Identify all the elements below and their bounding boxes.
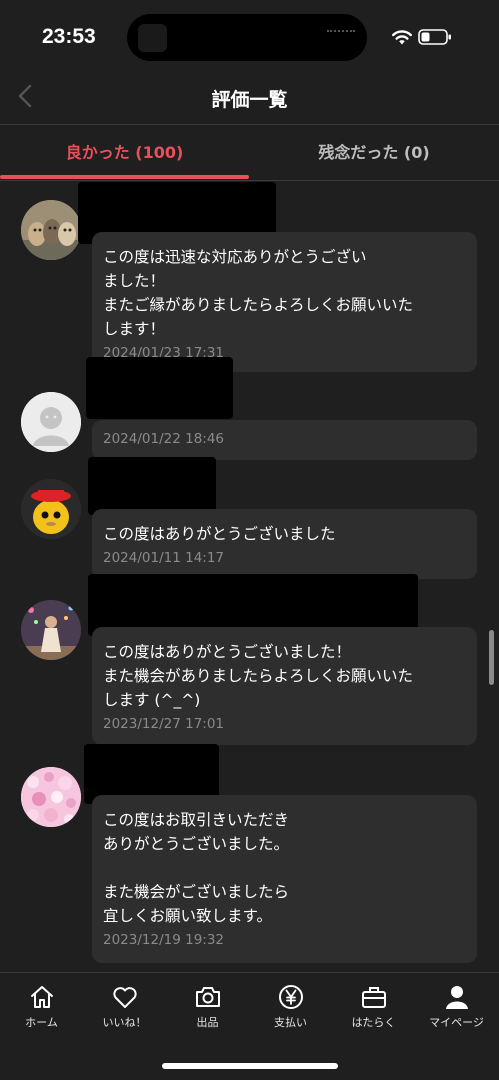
review-bubble: 2024/01/22 18:46 — [92, 420, 477, 460]
briefcase-icon — [361, 987, 386, 1008]
tab-bad[interactable]: 残念だった (0) — [249, 125, 499, 181]
avatar[interactable] — [21, 600, 81, 660]
island-camera — [138, 24, 167, 52]
tab-payment-label: 支払い — [274, 1016, 307, 1029]
home-icon — [30, 986, 53, 1008]
status-time: 23:53 — [42, 25, 96, 48]
camera-icon — [195, 987, 220, 1007]
review-list[interactable]: この度は迅速な対応ありがとうござい ました！ またご縁がありましたらよろしくお願… — [0, 182, 499, 972]
tab-sell[interactable]: 出品 — [166, 983, 249, 1030]
review-date: 2023/12/19 19:32 — [103, 932, 225, 948]
review-date: 2024/01/11 14:17 — [103, 550, 225, 566]
cats-avatar-image — [21, 200, 81, 260]
redacted-username — [88, 457, 216, 515]
yen-icon — [278, 985, 303, 1009]
person-photo-avatar-image — [21, 600, 81, 660]
tab-home[interactable]: ホーム — [0, 983, 83, 1030]
avatar[interactable] — [21, 767, 81, 827]
review-comment: この度はお取引きいただき ありがとうございました。 また機会がございましたら 宜… — [103, 811, 290, 925]
review-comment: この度は迅速な対応ありがとうござい ました！ またご縁がありましたらよろしくお願… — [103, 248, 414, 338]
review-bubble: この度はありがとうございました！ また機会がありましたらよろしくお願いいた しま… — [92, 627, 477, 745]
active-tab-indicator — [0, 175, 249, 179]
review-bubble: この度は迅速な対応ありがとうござい ました！ またご縁がありましたらよろしくお願… — [92, 232, 477, 372]
person-icon — [445, 986, 468, 1009]
tab-work-label: はたらく — [351, 1016, 396, 1029]
pink-glitter-avatar-image — [21, 767, 81, 827]
tab-sell-label: 出品 — [196, 1016, 219, 1029]
home-indicator[interactable] — [162, 1063, 338, 1069]
review-comment: この度はありがとうございました！ また機会がありましたらよろしくお願いいた しま… — [103, 643, 414, 709]
default-person-avatar-image — [21, 392, 81, 452]
tab-likes[interactable]: いいね！ — [83, 983, 166, 1030]
yellow-character-avatar-image — [21, 479, 81, 539]
tab-mypage[interactable]: マイページ — [415, 983, 498, 1030]
redacted-username — [86, 357, 233, 419]
review-date: 2023/12/27 17:01 — [103, 716, 225, 732]
avatar[interactable] — [21, 392, 81, 452]
tab-good[interactable]: 良かった (100) — [0, 125, 249, 181]
review-comment: この度はありがとうございました — [103, 525, 336, 543]
tab-likes-label: いいね！ — [102, 1016, 147, 1029]
island-indicator — [327, 30, 355, 34]
avatar[interactable] — [21, 479, 81, 539]
page-title: 評価一覧 — [211, 89, 288, 111]
review-date: 2024/01/22 18:46 — [103, 431, 225, 447]
rating-tabs: 良かった (100) 残念だった (0) — [0, 125, 499, 181]
tab-work[interactable]: はたらく — [332, 983, 415, 1030]
nav-header: 評価一覧 — [0, 75, 499, 125]
heart-icon — [112, 987, 137, 1008]
avatar[interactable] — [21, 200, 81, 260]
tab-payment[interactable]: 支払い — [249, 983, 332, 1030]
review-bubble: この度はお取引きいただき ありがとうございました。 また機会がございましたら 宜… — [92, 795, 477, 963]
status-bar: 23:53 — [0, 0, 499, 75]
scrollbar[interactable] — [489, 630, 494, 685]
tab-mypage-label: マイページ — [429, 1016, 484, 1029]
tab-home-label: ホーム — [25, 1016, 58, 1029]
review-bubble: この度はありがとうございました 2024/01/11 14:17 — [92, 509, 477, 579]
wifi-icon — [392, 30, 412, 45]
battery-icon — [418, 29, 451, 45]
